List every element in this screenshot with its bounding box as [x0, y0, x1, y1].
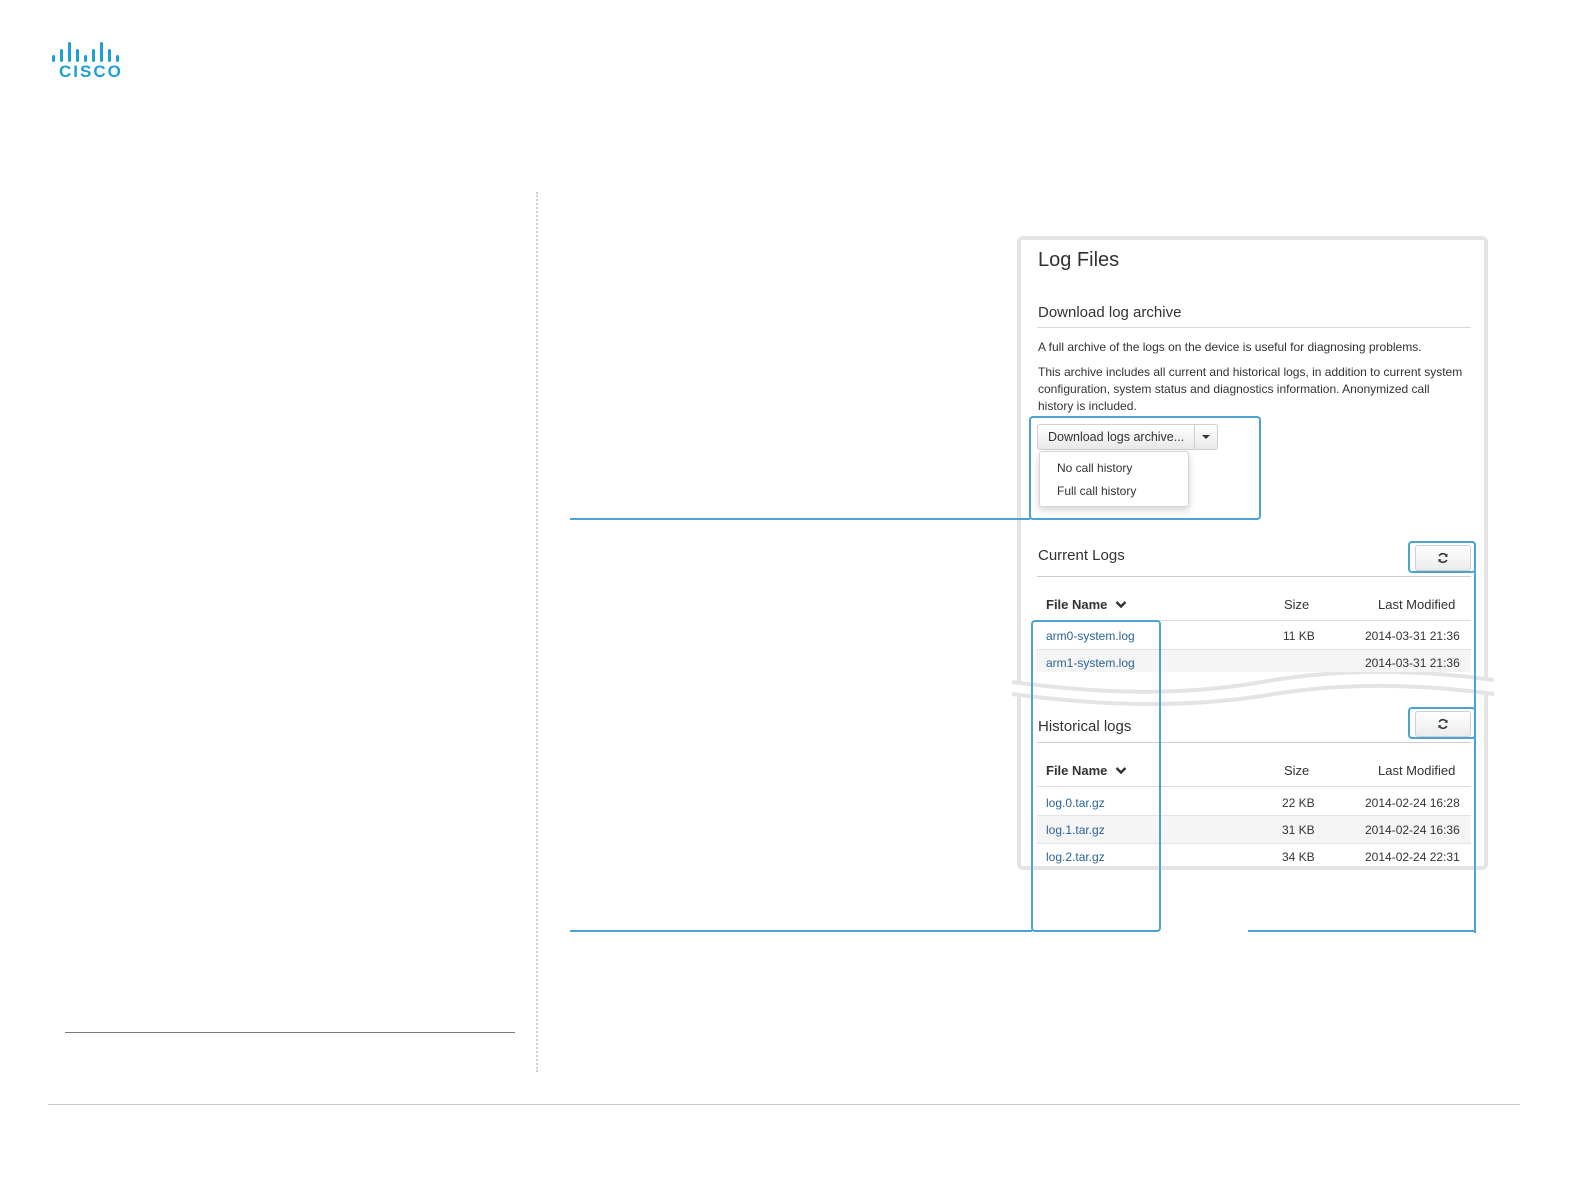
file-modified: 2014-02-24 16:28 — [1365, 796, 1460, 810]
section-divider — [1037, 327, 1471, 328]
current-logs-header-row: File Name Size Last Modified — [1037, 588, 1471, 621]
callout-leader-line — [1474, 571, 1476, 933]
cisco-logo-word: CISCO — [59, 62, 123, 81]
left-column-rule — [65, 1032, 515, 1033]
callout-refresh-current — [1408, 541, 1476, 573]
column-header-size[interactable]: Size — [1284, 763, 1309, 778]
callout-download-options — [1029, 416, 1261, 520]
file-size: 31 KB — [1282, 823, 1315, 837]
file-size: 11 KB — [1283, 629, 1315, 643]
footer-rule — [48, 1104, 1520, 1105]
callout-refresh-historical — [1408, 707, 1476, 739]
section-divider — [1037, 576, 1471, 577]
callout-leader-line — [570, 518, 1030, 520]
column-header-last-modified[interactable]: Last Modified — [1378, 597, 1455, 612]
cisco-logo-bars-icon — [52, 40, 124, 62]
file-modified: 2014-03-31 21:36 — [1365, 656, 1460, 670]
file-size: 22 KB — [1282, 796, 1315, 810]
cisco-logo: CISCO — [52, 40, 128, 82]
current-logs-heading: Current Logs — [1038, 547, 1125, 564]
download-description-2-line: history is included. — [1038, 399, 1137, 413]
download-description-2-line: This archive includes all current and hi… — [1038, 365, 1463, 379]
file-modified: 2014-02-24 16:36 — [1365, 823, 1460, 837]
file-modified: 2014-02-24 22:31 — [1365, 850, 1460, 864]
callout-file-links — [1031, 620, 1161, 932]
column-header-size[interactable]: Size — [1284, 597, 1309, 612]
callout-leader-line — [1248, 930, 1476, 932]
column-header-label: File Name — [1046, 597, 1108, 612]
file-size: 34 KB — [1282, 850, 1315, 864]
sort-chevron-down-icon — [1115, 601, 1127, 609]
file-modified: 2014-03-31 21:36 — [1365, 629, 1460, 643]
download-description-1: A full archive of the logs on the device… — [1038, 340, 1422, 354]
column-header-file-name[interactable]: File Name — [1046, 597, 1127, 612]
column-divider — [536, 192, 538, 1072]
column-header-last-modified[interactable]: Last Modified — [1378, 763, 1455, 778]
download-section-heading: Download log archive — [1038, 304, 1182, 321]
download-description-2: This archive includes all current and hi… — [1038, 364, 1478, 415]
page-title: Log Files — [1038, 249, 1120, 271]
download-description-2-line: configuration, system status and diagnos… — [1038, 382, 1430, 396]
callout-leader-line — [570, 930, 1032, 932]
